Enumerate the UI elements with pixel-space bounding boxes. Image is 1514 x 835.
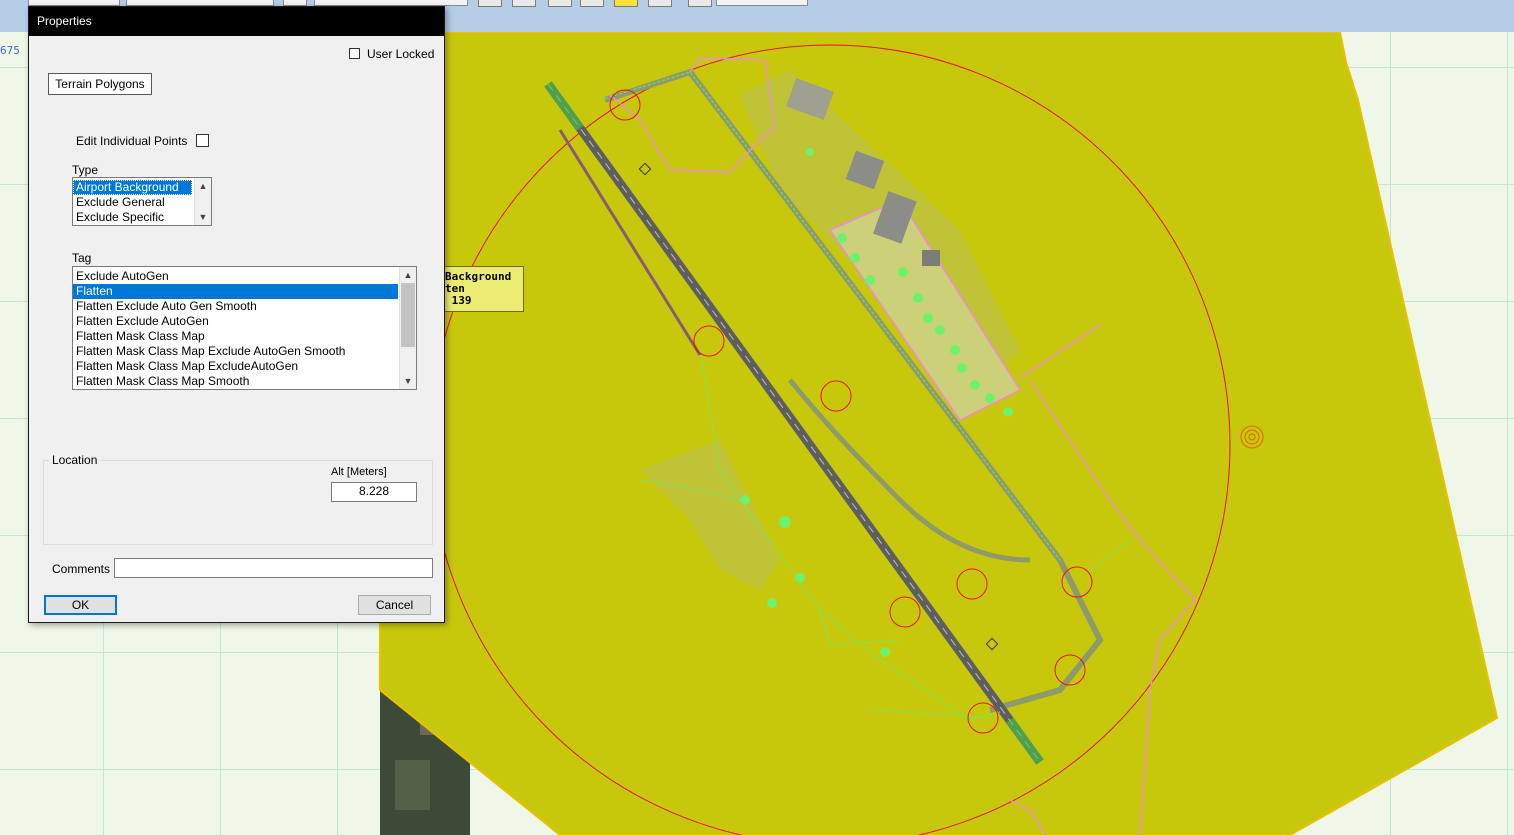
comments-label: Comments <box>52 562 111 576</box>
properties-dialog: Properties User Locked Terrain Polygons … <box>28 6 445 623</box>
toolbar-tool-button[interactable] <box>548 0 572 7</box>
type-listbox[interactable]: Airport Background Exclude General Exclu… <box>72 177 212 226</box>
comments-input[interactable] <box>114 558 433 578</box>
tag-option[interactable]: Flatten Mask Class Map Exclude AutoGen S… <box>73 344 398 359</box>
dialog-title: Properties <box>37 14 92 28</box>
tag-option[interactable]: Exclude AutoGen <box>73 269 398 284</box>
user-locked-checkbox[interactable] <box>349 48 360 59</box>
terrain-polygon <box>379 32 1499 835</box>
type-option[interactable]: Exclude Specific <box>73 210 192 225</box>
tag-label: Tag <box>72 251 92 265</box>
scroll-thumb[interactable] <box>401 283 415 347</box>
toolbar-tool-button[interactable] <box>580 0 604 7</box>
toolbar-tool-button[interactable] <box>688 0 712 7</box>
location-label: Location <box>49 453 101 467</box>
type-label: Type <box>72 163 99 177</box>
tag-option[interactable]: Flatten Mask Class Map <box>73 329 398 344</box>
tag-option[interactable]: Flatten Mask Class Map Smooth <box>73 374 398 389</box>
dialog-title-bar[interactable]: Properties <box>29 7 444 36</box>
tag-listbox[interactable]: Exclude AutoGen Flatten Flatten Exclude … <box>72 266 417 390</box>
toolbar-field-5[interactable] <box>716 0 808 6</box>
type-scrollbar[interactable]: ▲ ▼ <box>194 178 211 225</box>
tag-option[interactable]: Flatten Exclude Auto Gen Smooth <box>73 299 398 314</box>
user-locked-label: User Locked <box>367 47 435 61</box>
ok-button[interactable]: OK <box>44 595 117 615</box>
scroll-down-icon[interactable]: ▼ <box>195 210 211 224</box>
alt-label: Alt [Meters] <box>331 466 387 478</box>
selection-info-label: Background ten 139 <box>434 266 524 312</box>
toolbar-tool-button[interactable] <box>512 0 536 7</box>
alt-input[interactable]: 8.228 <box>331 482 417 502</box>
toolbar-tool-button[interactable] <box>614 0 638 7</box>
type-option[interactable]: Exclude General <box>73 195 192 210</box>
edit-points-label: Edit Individual Points <box>76 134 188 148</box>
toolbar-tool-button[interactable] <box>648 0 672 7</box>
cancel-button[interactable]: Cancel <box>358 595 431 615</box>
scroll-up-icon[interactable]: ▲ <box>195 179 211 193</box>
scroll-up-icon[interactable]: ▲ <box>400 268 416 282</box>
scroll-down-icon[interactable]: ▼ <box>400 374 416 388</box>
tag-option[interactable]: Flatten Mask Class Map ExcludeAutoGen <box>73 359 398 374</box>
edit-points-checkbox[interactable] <box>196 134 209 147</box>
toolbar-tool-button[interactable] <box>478 0 502 7</box>
label-line-3: 139 <box>445 294 472 307</box>
terrain-polygons-button[interactable]: Terrain Polygons <box>48 73 152 95</box>
tag-option[interactable]: Flatten <box>73 284 398 299</box>
type-option[interactable]: Airport Background <box>73 180 192 195</box>
tag-scrollbar[interactable]: ▲ ▼ <box>399 267 416 389</box>
tag-option[interactable]: Flatten Exclude AutoGen <box>73 314 398 329</box>
